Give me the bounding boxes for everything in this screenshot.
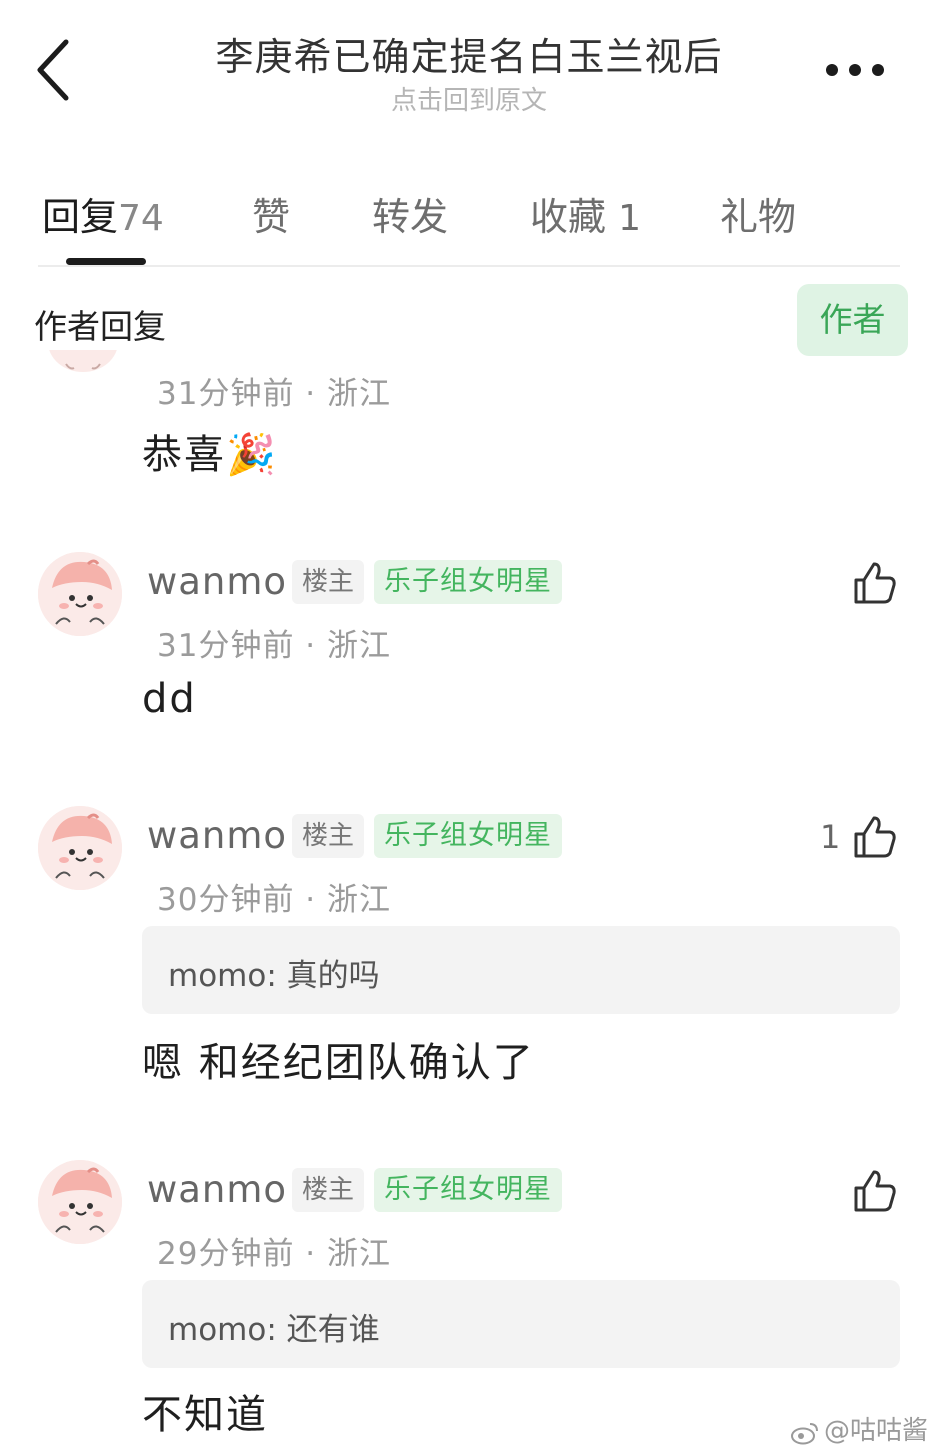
quoted-reply[interactable]: momo: 真的吗 xyxy=(142,926,900,1014)
op-badge: 楼主 xyxy=(292,814,365,858)
tab-bar: 回复74 赞 转发 收藏 1 礼物 xyxy=(0,178,938,268)
tab-count: 1 xyxy=(618,198,642,239)
divider xyxy=(38,265,900,267)
username[interactable]: wanmo xyxy=(147,814,287,857)
comment-item: 31分钟前 · 浙江 恭喜🎉 xyxy=(0,360,938,520)
more-dots-icon[interactable] xyxy=(818,58,892,82)
comment-time-location: 31分钟前 · 浙江 xyxy=(157,628,392,664)
comment-time-location: 31分钟前 · 浙江 xyxy=(157,376,392,412)
comment-text: 恭喜🎉 xyxy=(142,432,278,478)
op-badge: 楼主 xyxy=(292,560,365,604)
comment-item: wanmo 楼主 乐子组女明星 29分钟前 · 浙江 momo: 还有谁 不知道 xyxy=(0,1156,938,1452)
comment-time-location: 29分钟前 · 浙江 xyxy=(157,1236,392,1272)
quoted-reply-text: momo: 真的吗 xyxy=(168,958,380,994)
thumbs-up-icon[interactable] xyxy=(852,560,898,606)
post-title[interactable]: 李庚希已确定提名白玉兰视后 xyxy=(0,26,938,81)
tab-label: 赞 xyxy=(252,195,291,239)
tab-gifts[interactable]: 礼物 xyxy=(720,186,796,241)
op-badge: 楼主 xyxy=(292,1168,365,1212)
username[interactable]: wanmo xyxy=(147,560,287,603)
comment-text: 不知道 xyxy=(142,1392,268,1438)
user-title-badge: 乐子组女明星 xyxy=(374,814,562,858)
watermark-text: @咕咕酱 xyxy=(824,1416,929,1446)
tab-label: 转发 xyxy=(372,195,449,239)
watermark: @咕咕酱 xyxy=(790,1410,928,1447)
thumbs-up-icon[interactable] xyxy=(852,1168,898,1214)
like-count: 1 xyxy=(820,818,841,856)
tab-favorites[interactable]: 收藏 1 xyxy=(530,186,641,241)
author-filter-chip[interactable]: 作者 xyxy=(797,284,908,356)
tab-reposts[interactable]: 转发 xyxy=(372,186,448,241)
quoted-reply[interactable]: momo: 还有谁 xyxy=(142,1280,900,1368)
back-to-original-link[interactable]: 点击回到原文 xyxy=(0,80,938,117)
comment-item: wanmo 楼主 乐子组女明星 1 30分钟前 · 浙江 momo: 真的吗 嗯… xyxy=(0,802,938,1102)
username[interactable]: wanmo xyxy=(147,1168,287,1211)
comment-item: wanmo 楼主 乐子组女明星 31分钟前 · 浙江 dd xyxy=(0,548,938,748)
tab-count: 74 xyxy=(118,198,164,239)
user-title-badge: 乐子组女明星 xyxy=(374,560,562,604)
avatar[interactable] xyxy=(38,806,122,890)
comment-time-location: 30分钟前 · 浙江 xyxy=(157,882,392,918)
tab-likes[interactable]: 赞 xyxy=(252,186,290,241)
tab-label: 收藏 xyxy=(530,195,607,239)
thumbs-up-icon[interactable] xyxy=(852,814,898,860)
tab-label: 礼物 xyxy=(720,195,797,239)
comment-text: 嗯 和经纪团队确认了 xyxy=(142,1040,535,1086)
tab-replies[interactable]: 回复74 xyxy=(42,186,164,241)
tab-label: 回复 xyxy=(42,195,119,239)
weibo-logo-icon xyxy=(791,1423,818,1445)
author-replies-label: 作者回复 xyxy=(34,307,166,346)
avatar[interactable] xyxy=(38,1160,122,1244)
active-tab-indicator xyxy=(66,258,146,265)
author-replies-row: 作者回复 作者 xyxy=(0,280,938,360)
avatar[interactable] xyxy=(38,552,122,636)
user-title-badge: 乐子组女明星 xyxy=(374,1168,562,1212)
quoted-reply-text: momo: 还有谁 xyxy=(168,1312,380,1348)
comment-text: dd xyxy=(142,676,197,722)
top-bar: 李庚希已确定提名白玉兰视后 点击回到原文 xyxy=(0,0,938,140)
